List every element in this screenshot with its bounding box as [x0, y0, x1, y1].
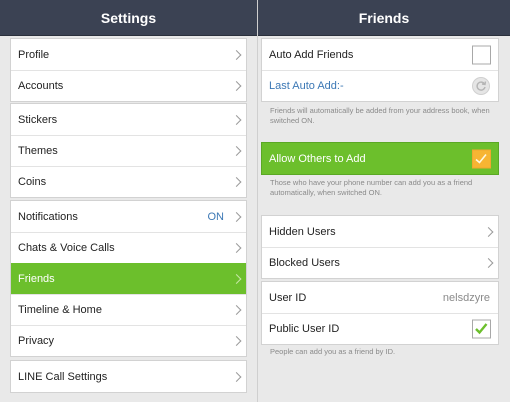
chevron-right-icon — [231, 211, 242, 222]
settings-item-label: Chats & Voice Calls — [18, 242, 115, 254]
chevron-right-icon — [231, 114, 242, 125]
settings-item-coins[interactable]: Coins — [11, 166, 246, 197]
friends-header: Friends — [258, 0, 510, 36]
settings-item-label: Accounts — [18, 80, 64, 92]
auto-add-friends-row[interactable]: Auto Add Friends — [262, 39, 498, 70]
public-user-id-label: Public User ID — [269, 323, 340, 335]
last-auto-add-row: Last Auto Add:- — [262, 70, 498, 101]
auto-add-note: Friends will automatically be added from… — [270, 106, 490, 125]
settings-item-timeline[interactable]: Timeline & Home — [11, 294, 246, 325]
chevron-right-icon — [483, 226, 494, 237]
hidden-users-label: Hidden Users — [269, 225, 336, 238]
chevron-right-icon — [231, 49, 242, 60]
auto-add-group: Auto Add Friends Last Auto Add:- — [261, 38, 499, 102]
settings-item-line-call[interactable]: LINE Call Settings — [11, 361, 246, 392]
settings-group-account: Profile Accounts — [10, 38, 247, 102]
refresh-icon[interactable] — [472, 77, 490, 95]
settings-item-chats[interactable]: Chats & Voice Calls — [11, 232, 246, 263]
chevron-right-icon — [231, 81, 242, 91]
chevron-right-icon — [231, 371, 242, 382]
settings-item-label: Coins — [18, 176, 47, 188]
settings-item-label: Privacy — [18, 335, 55, 347]
settings-item-privacy[interactable]: Privacy — [11, 325, 246, 356]
settings-item-notifications[interactable]: Notifications ON — [11, 201, 246, 232]
settings-item-friends[interactable]: Friends — [11, 263, 246, 294]
settings-group-shop: Stickers Themes Coins — [10, 103, 247, 198]
notifications-status: ON — [207, 210, 225, 223]
settings-group-general: Notifications ON Chats & Voice Calls Fri… — [10, 200, 247, 357]
allow-others-checkbox[interactable] — [472, 149, 491, 168]
public-user-id-note: People can add you as a friend by ID. — [270, 347, 396, 356]
user-lists-group: Hidden Users Blocked Users — [261, 215, 499, 279]
auto-add-checkbox[interactable] — [472, 45, 491, 64]
settings-item-label: Themes — [18, 145, 58, 157]
settings-item-label: Notifications — [18, 210, 78, 223]
settings-item-label: Profile — [18, 48, 50, 61]
settings-item-label: Timeline & Home — [18, 304, 102, 316]
user-id-group: User ID nelsdzyre Public User ID — [261, 281, 499, 345]
last-auto-add-label: Last Auto Add:- — [269, 80, 344, 92]
check-icon — [475, 323, 488, 335]
settings-item-label: Friends — [18, 273, 55, 285]
public-user-id-checkbox[interactable] — [472, 319, 491, 339]
settings-item-stickers[interactable]: Stickers — [11, 104, 246, 135]
public-user-id-row[interactable]: Public User ID — [262, 313, 498, 344]
friends-pane: Friends Auto Add Friends Last Auto Add:-… — [258, 0, 510, 402]
chevron-right-icon — [231, 177, 242, 187]
settings-item-label: LINE Call Settings — [18, 370, 108, 383]
check-icon — [475, 153, 487, 164]
settings-item-accounts[interactable]: Accounts — [11, 70, 246, 101]
settings-item-label: Stickers — [18, 113, 58, 126]
chevron-right-icon — [231, 305, 242, 315]
allow-others-row[interactable]: Allow Others to Add — [262, 143, 498, 174]
chevron-right-icon — [483, 258, 494, 268]
user-id-value: nelsdzyre — [442, 291, 490, 304]
user-id-row: User ID nelsdzyre — [262, 282, 498, 313]
allow-others-label: Allow Others to Add — [269, 152, 366, 165]
blocked-users-label: Blocked Users — [269, 257, 340, 269]
settings-title: Settings — [100, 9, 157, 26]
user-id-label: User ID — [269, 291, 307, 304]
chevron-right-icon — [231, 243, 242, 253]
auto-add-friends-label: Auto Add Friends — [269, 48, 354, 61]
allow-others-note: Those who have your phone number can add… — [270, 178, 473, 197]
friends-title: Friends — [358, 9, 410, 26]
chevron-right-icon — [231, 146, 242, 156]
hidden-users-row[interactable]: Hidden Users — [262, 216, 498, 247]
allow-others-group: Allow Others to Add — [261, 142, 499, 175]
settings-item-themes[interactable]: Themes — [11, 135, 246, 166]
chevron-right-icon — [231, 336, 242, 346]
settings-group-call: LINE Call Settings — [10, 360, 247, 393]
settings-item-profile[interactable]: Profile — [11, 39, 246, 70]
settings-pane: Settings Profile Accounts Stickers Theme… — [0, 0, 258, 402]
blocked-users-row[interactable]: Blocked Users — [262, 247, 498, 278]
chevron-right-icon — [231, 274, 242, 284]
settings-header: Settings — [0, 0, 257, 36]
